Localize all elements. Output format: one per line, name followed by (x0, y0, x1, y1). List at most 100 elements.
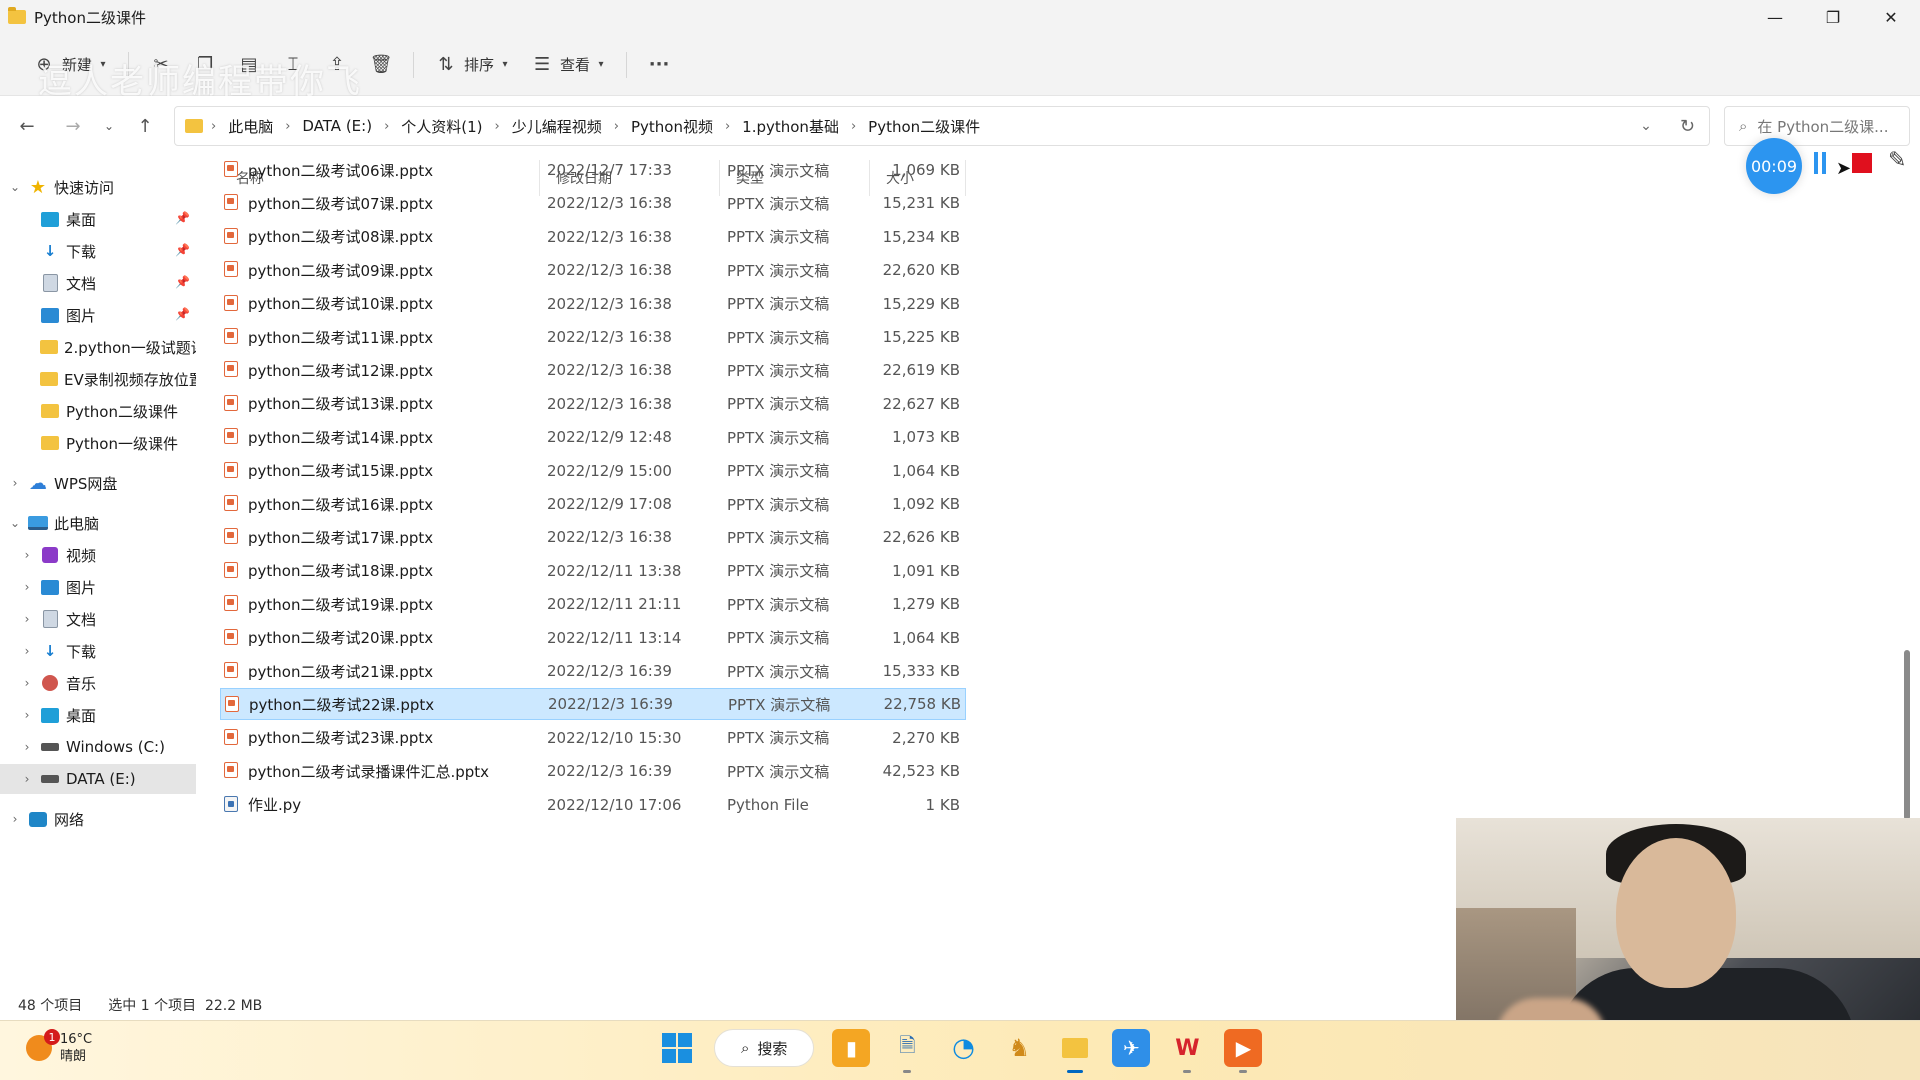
document-viewer-icon[interactable]: 🗎 (888, 1029, 926, 1073)
weather-widget[interactable]: 1 16°C 晴朗 (26, 1029, 92, 1065)
more-options-button[interactable]: ··· (637, 47, 681, 83)
start-button[interactable] (658, 1029, 696, 1067)
sidebar-item-network[interactable]: › 网络 (0, 804, 196, 834)
breadcrumb-personal[interactable]: 个人资料(1) (401, 116, 482, 137)
sidebar-item-music[interactable]: › 音乐 (0, 668, 196, 698)
breadcrumb-current[interactable]: Python二级课件 (868, 116, 980, 137)
chevron-right-icon[interactable]: › (20, 740, 34, 754)
file-row[interactable]: python二级考试06课.pptx 2022/12/7 17:33 PPTX 演示… (220, 160, 966, 186)
sidebar-item-videos[interactable]: › 视频 (0, 540, 196, 570)
star-icon: ★ (29, 176, 47, 198)
up-button[interactable]: ↑ (122, 106, 168, 146)
file-row[interactable]: python二级考试10课.pptx 2022/12/3 16:38 PPTX 演示… (220, 288, 966, 320)
taskbar-search[interactable]: ⌕ 搜索 (714, 1029, 815, 1067)
elephant-app-icon[interactable]: ♞ (1000, 1029, 1038, 1067)
file-row[interactable]: python二级考试09课.pptx 2022/12/3 16:38 PPTX 演示… (220, 254, 966, 286)
sidebar-item-python-level2[interactable]: Python二级课件 (0, 396, 196, 426)
file-row[interactable]: python二级考试11课.pptx 2022/12/3 16:38 PPTX 演示… (220, 321, 966, 353)
new-button[interactable]: ⊕ 新建 ▾ (22, 47, 118, 83)
copy-button[interactable]: ❐ (183, 47, 227, 83)
search-input[interactable]: ⌕ 在 Python二级课... (1724, 106, 1910, 146)
chevron-down-icon[interactable]: ⌄ (8, 180, 22, 194)
sidebar-item-downloads[interactable]: ↓ 下载 📌 (0, 236, 196, 266)
sort-button[interactable]: ⇅ 排序 ▾ (424, 47, 520, 83)
scrollbar[interactable] (1904, 650, 1910, 820)
notes-app-icon[interactable]: ▮ (832, 1029, 871, 1067)
file-row[interactable]: python二级考试13课.pptx 2022/12/3 16:38 PPTX 演示… (220, 388, 966, 420)
maximize-button[interactable]: ❐ (1804, 0, 1862, 34)
pause-recording-button[interactable] (1814, 152, 1828, 174)
address-bar[interactable]: › 此电脑 › DATA (E:) › 个人资料(1) › 少儿编程视频 › P… (174, 106, 1710, 146)
edge-browser-icon[interactable]: ◔ (944, 1029, 982, 1067)
sidebar-item-data-drive[interactable]: › DATA (E:) (0, 764, 196, 794)
pptx-file-icon (224, 762, 238, 779)
sidebar-item-python-level1[interactable]: Python一级课件 (0, 428, 196, 458)
sidebar-item-pc-pictures[interactable]: › 图片 (0, 572, 196, 602)
file-row[interactable]: python二级考试16课.pptx 2022/12/9 17:08 PPTX 演示… (220, 488, 966, 520)
sidebar-item-windows-drive[interactable]: › Windows (C:) (0, 732, 196, 762)
wps-app-icon[interactable]: W (1168, 1029, 1206, 1073)
sidebar-item-ev-recordings[interactable]: EV录制视频存放位置 (0, 364, 196, 394)
sidebar-item-this-pc[interactable]: ⌄ 此电脑 (0, 508, 196, 538)
back-button[interactable]: ← (4, 106, 50, 146)
chevron-right-icon[interactable]: › (20, 548, 34, 562)
file-row[interactable]: python二级考试17课.pptx 2022/12/3 16:38 PPTX 演示… (220, 521, 966, 553)
sidebar-item-quick-access[interactable]: ⌄ ★ 快速访问 (0, 172, 196, 202)
chevron-right-icon[interactable]: › (20, 708, 34, 722)
paste-button[interactable]: ▤ (227, 47, 271, 83)
breadcrumb-python-videos[interactable]: Python视频 (631, 116, 713, 137)
chevron-right-icon[interactable]: › (8, 812, 22, 826)
file-row[interactable]: python二级考试18课.pptx 2022/12/11 13:38 PPTX 演… (220, 555, 966, 587)
address-history-chevron-icon[interactable]: ⌄ (1640, 118, 1652, 134)
forward-button[interactable]: → (50, 106, 96, 146)
file-row[interactable]: python二级考试22课.pptx 2022/12/3 16:39 PPTX 演示… (220, 688, 966, 721)
stop-recording-button[interactable] (1852, 153, 1872, 173)
chevron-right-icon[interactable]: › (20, 772, 34, 786)
view-button[interactable]: ☰ 查看 ▾ (520, 47, 616, 83)
chevron-right-icon[interactable]: › (8, 476, 22, 490)
chevron-right-icon[interactable]: › (20, 676, 34, 690)
share-button[interactable]: ⇪ (315, 47, 359, 83)
chevron-right-icon[interactable]: › (20, 580, 34, 594)
close-button[interactable]: ✕ (1862, 0, 1920, 34)
refresh-icon[interactable]: ↻ (1680, 116, 1695, 137)
sidebar-item-wps-cloud[interactable]: › ☁ WPS网盘 (0, 468, 196, 498)
breadcrumb-python-basics[interactable]: 1.python基础 (742, 116, 839, 137)
file-row[interactable]: python二级考试07课.pptx 2022/12/3 16:38 PPTX 演示… (220, 187, 966, 219)
sidebar-item-pictures[interactable]: 图片 📌 (0, 300, 196, 330)
delete-button[interactable]: 🗑 (359, 47, 403, 83)
sidebar-item-documents[interactable]: 文档 📌 (0, 268, 196, 298)
rename-button[interactable]: ⌶ (271, 47, 315, 83)
file-row[interactable]: python二级考试14课.pptx 2022/12/9 12:48 PPTX 演示… (220, 421, 966, 453)
chevron-down-icon[interactable]: ⌄ (8, 516, 22, 530)
ev-recorder-icon[interactable]: ▶ (1224, 1029, 1263, 1073)
breadcrumb-this-pc[interactable]: 此电脑 (228, 116, 273, 137)
chevron-right-icon[interactable]: › (20, 644, 34, 658)
pen-icon[interactable]: ✎ (1888, 148, 1906, 173)
file-row[interactable]: python二级考试23课.pptx 2022/12/10 15:30 PPTX 演… (220, 722, 966, 754)
file-row[interactable]: python二级考试12课.pptx 2022/12/3 16:38 PPTX 演示… (220, 354, 966, 386)
file-row[interactable]: python二级考试21课.pptx 2022/12/3 16:39 PPTX 演示… (220, 655, 966, 687)
recent-locations-button[interactable]: ⌄ (96, 106, 122, 146)
file-size: 1,092 KB (892, 495, 960, 513)
chevron-right-icon[interactable]: › (20, 612, 34, 626)
file-row[interactable]: python二级考试20课.pptx 2022/12/11 13:14 PPTX 演… (220, 622, 966, 654)
breadcrumb-data-drive[interactable]: DATA (E:) (302, 117, 372, 135)
sidebar-item-python-level1-exams[interactable]: 2.python一级试题讲 (0, 332, 196, 362)
sidebar-item-pc-documents[interactable]: › 文档 (0, 604, 196, 634)
recording-timer[interactable]: 00:09 (1746, 138, 1802, 194)
file-row[interactable]: 作业.py 2022/12/10 17:06 Python File 1 KB (220, 789, 966, 821)
minimize-button[interactable]: — (1746, 0, 1804, 34)
cut-button[interactable]: ✂ (139, 47, 183, 83)
sidebar-item-pc-desktop[interactable]: › 桌面 (0, 700, 196, 730)
file-row[interactable]: python二级考试19课.pptx 2022/12/11 21:11 PPTX 演… (220, 588, 966, 620)
file-row[interactable]: python二级考试录播课件汇总.pptx 2022/12/3 16:39 PPTX… (220, 755, 966, 787)
sidebar-item-desktop[interactable]: 桌面 📌 (0, 204, 196, 234)
file-explorer-icon[interactable] (1056, 1029, 1094, 1073)
file-row[interactable]: python二级考试08课.pptx 2022/12/3 16:38 PPTX 演示… (220, 221, 966, 253)
file-row[interactable]: python二级考试15课.pptx 2022/12/9 15:00 PPTX 演示… (220, 455, 966, 487)
breadcrumb-kids-coding[interactable]: 少儿编程视频 (512, 116, 602, 137)
sidebar-item-pc-downloads[interactable]: › ↓ 下载 (0, 636, 196, 666)
sidebar-label: 此电脑 (54, 514, 100, 533)
feishu-app-icon[interactable]: ✈ (1112, 1029, 1151, 1067)
